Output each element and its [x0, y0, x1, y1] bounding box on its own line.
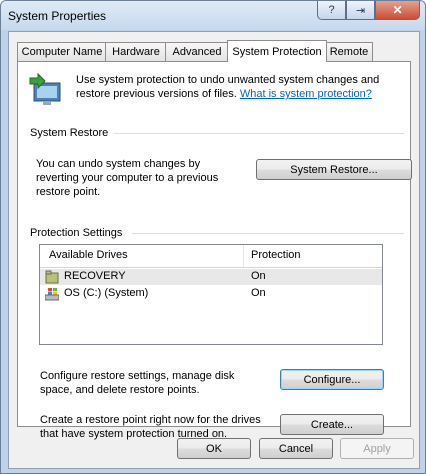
- group-divider: [114, 133, 404, 134]
- context-help-icon: ⇥: [355, 4, 366, 17]
- tab-label: Advanced: [172, 46, 222, 58]
- drive-name: RECOVERY: [64, 270, 126, 282]
- what-is-system-protection-link[interactable]: What is system protection?: [240, 88, 372, 100]
- system-protection-page: Use system protection to undo unwanted s…: [17, 61, 412, 440]
- protection-settings-group-label: Protection Settings: [30, 227, 123, 239]
- tab-label: Hardware: [112, 46, 160, 58]
- button-label: System Restore...: [290, 163, 378, 176]
- tab-label: Remote: [329, 46, 369, 58]
- drive-protection: On: [251, 287, 266, 299]
- list-header: Available Drives Protection: [40, 245, 382, 268]
- system-restore-group-label: System Restore: [30, 127, 109, 139]
- help-icon: ?: [328, 4, 335, 16]
- dialog-client-area: Computer Name Hardware Advanced System P…: [8, 31, 420, 469]
- system-protection-icon: [29, 72, 61, 105]
- tab-label: Computer Name: [21, 46, 103, 58]
- system-restore-button[interactable]: System Restore...: [256, 159, 412, 180]
- tab-remote[interactable]: Remote: [325, 42, 373, 61]
- title-bar[interactable]: System Properties ? ⇥ ✕: [1, 1, 425, 30]
- list-item[interactable]: RECOVERY On: [40, 269, 382, 285]
- system-properties-window: System Properties ? ⇥ ✕ Computer Name Ha…: [0, 0, 426, 474]
- drives-list[interactable]: Available Drives Protection RECOVERY On: [39, 244, 383, 345]
- button-label: Cancel: [278, 442, 314, 455]
- close-icon: ✕: [392, 3, 403, 17]
- apply-button[interactable]: Apply: [340, 438, 414, 459]
- window-title: System Properties: [8, 9, 107, 23]
- folder-drive-icon: [45, 270, 59, 284]
- column-separator[interactable]: [243, 245, 244, 267]
- caption-buttons: ? ⇥ ✕: [317, 1, 420, 20]
- configure-button[interactable]: Configure...: [280, 369, 384, 390]
- button-label: Apply: [363, 442, 391, 455]
- list-item[interactable]: OS (C:) (System) On: [40, 286, 382, 302]
- column-available-drives[interactable]: Available Drives: [49, 249, 128, 261]
- tab-hardware[interactable]: Hardware: [105, 42, 167, 61]
- help-button[interactable]: ?: [317, 1, 346, 20]
- context-help-button[interactable]: ⇥: [346, 1, 375, 20]
- tab-advanced[interactable]: Advanced: [165, 42, 229, 61]
- group-divider: [132, 233, 404, 234]
- column-protection[interactable]: Protection: [251, 249, 301, 261]
- configure-text: Configure restore settings, manage disk …: [40, 370, 235, 396]
- button-label: OK: [206, 442, 222, 455]
- windows-drive-icon: [45, 288, 59, 301]
- create-text: Create a restore point right now for the…: [40, 414, 261, 440]
- intro-text: Use system protection to undo unwanted s…: [76, 73, 406, 101]
- tab-system-protection[interactable]: System Protection: [227, 40, 327, 62]
- close-button[interactable]: ✕: [375, 1, 420, 20]
- ok-button[interactable]: OK: [177, 438, 251, 459]
- tab-label: System Protection: [232, 45, 322, 58]
- cancel-button[interactable]: Cancel: [259, 438, 333, 459]
- button-label: Create...: [310, 418, 354, 431]
- tab-computer-name[interactable]: Computer Name: [17, 42, 107, 61]
- system-restore-text: You can undo system changes by reverting…: [36, 158, 219, 198]
- drive-protection: On: [251, 270, 266, 282]
- create-button[interactable]: Create...: [280, 414, 384, 435]
- button-label: Configure...: [303, 373, 361, 386]
- drive-name: OS (C:) (System): [64, 287, 149, 299]
